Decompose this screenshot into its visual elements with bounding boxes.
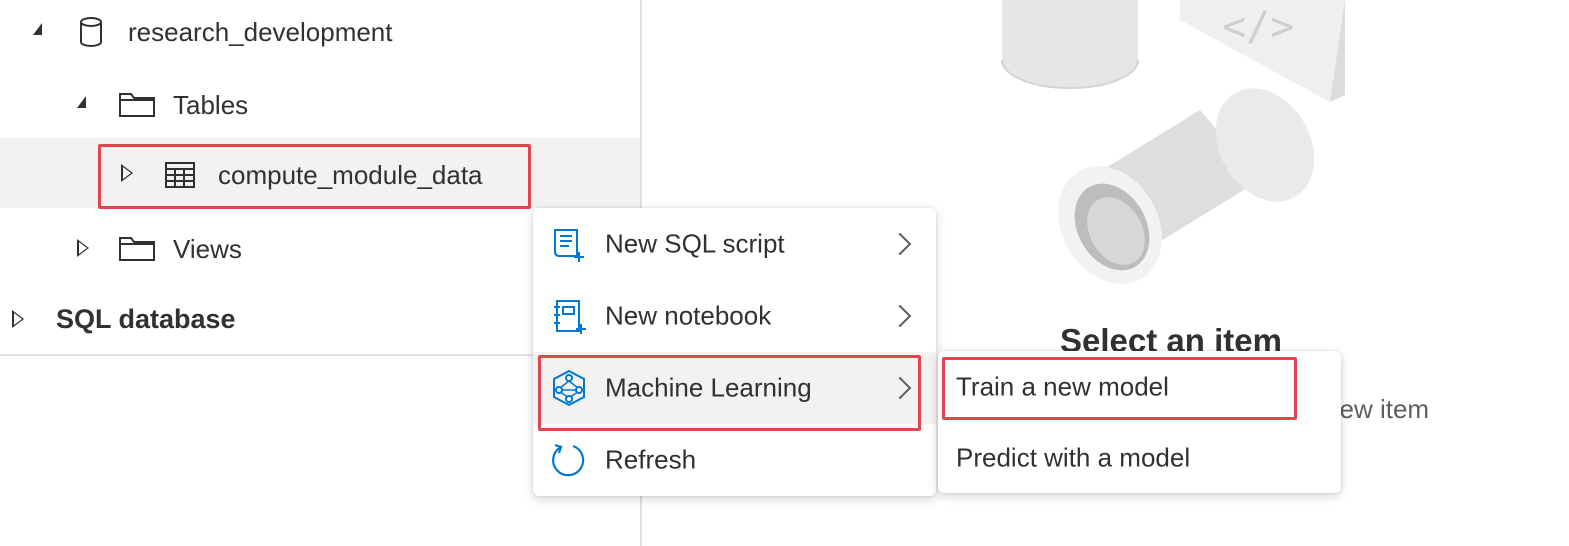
collapse-caret-icon[interactable] <box>12 310 24 328</box>
expand-caret-icon[interactable] <box>33 23 42 35</box>
collapse-caret-icon[interactable] <box>77 239 89 257</box>
sql-script-icon <box>549 226 587 269</box>
empty-state-illustration: </> <box>990 0 1350 300</box>
folder-icon <box>118 234 156 267</box>
chevron-right-icon <box>888 232 912 256</box>
menu-item-new-sql-script[interactable]: New SQL script <box>533 208 936 280</box>
submenu-item-predict-with-model[interactable]: Predict with a model <box>938 423 1341 493</box>
svg-text:</>: </> <box>1222 4 1294 50</box>
chevron-right-icon <box>888 304 912 328</box>
train-model-highlight-box <box>942 357 1297 420</box>
sql-database-label: SQL database <box>56 304 236 334</box>
views-folder-label: Views <box>173 234 242 264</box>
database-icon <box>78 16 104 53</box>
database-label: research_development <box>128 17 393 47</box>
machine-learning-highlight-box <box>538 355 921 431</box>
table-item-highlight-box <box>98 144 531 209</box>
context-menu: New SQL script New notebook Machine Lear… <box>533 208 936 496</box>
tree-node-database[interactable]: research_development <box>0 0 640 70</box>
notebook-icon <box>551 298 589 341</box>
menu-item-new-notebook[interactable]: New notebook <box>533 280 936 352</box>
menu-item-refresh[interactable]: Refresh <box>533 424 936 496</box>
tables-folder-label: Tables <box>173 90 249 120</box>
folder-icon <box>118 90 156 123</box>
tree-node-tables-folder[interactable]: Tables <box>0 70 640 140</box>
expand-caret-icon[interactable] <box>77 96 86 108</box>
refresh-icon <box>549 441 587 484</box>
